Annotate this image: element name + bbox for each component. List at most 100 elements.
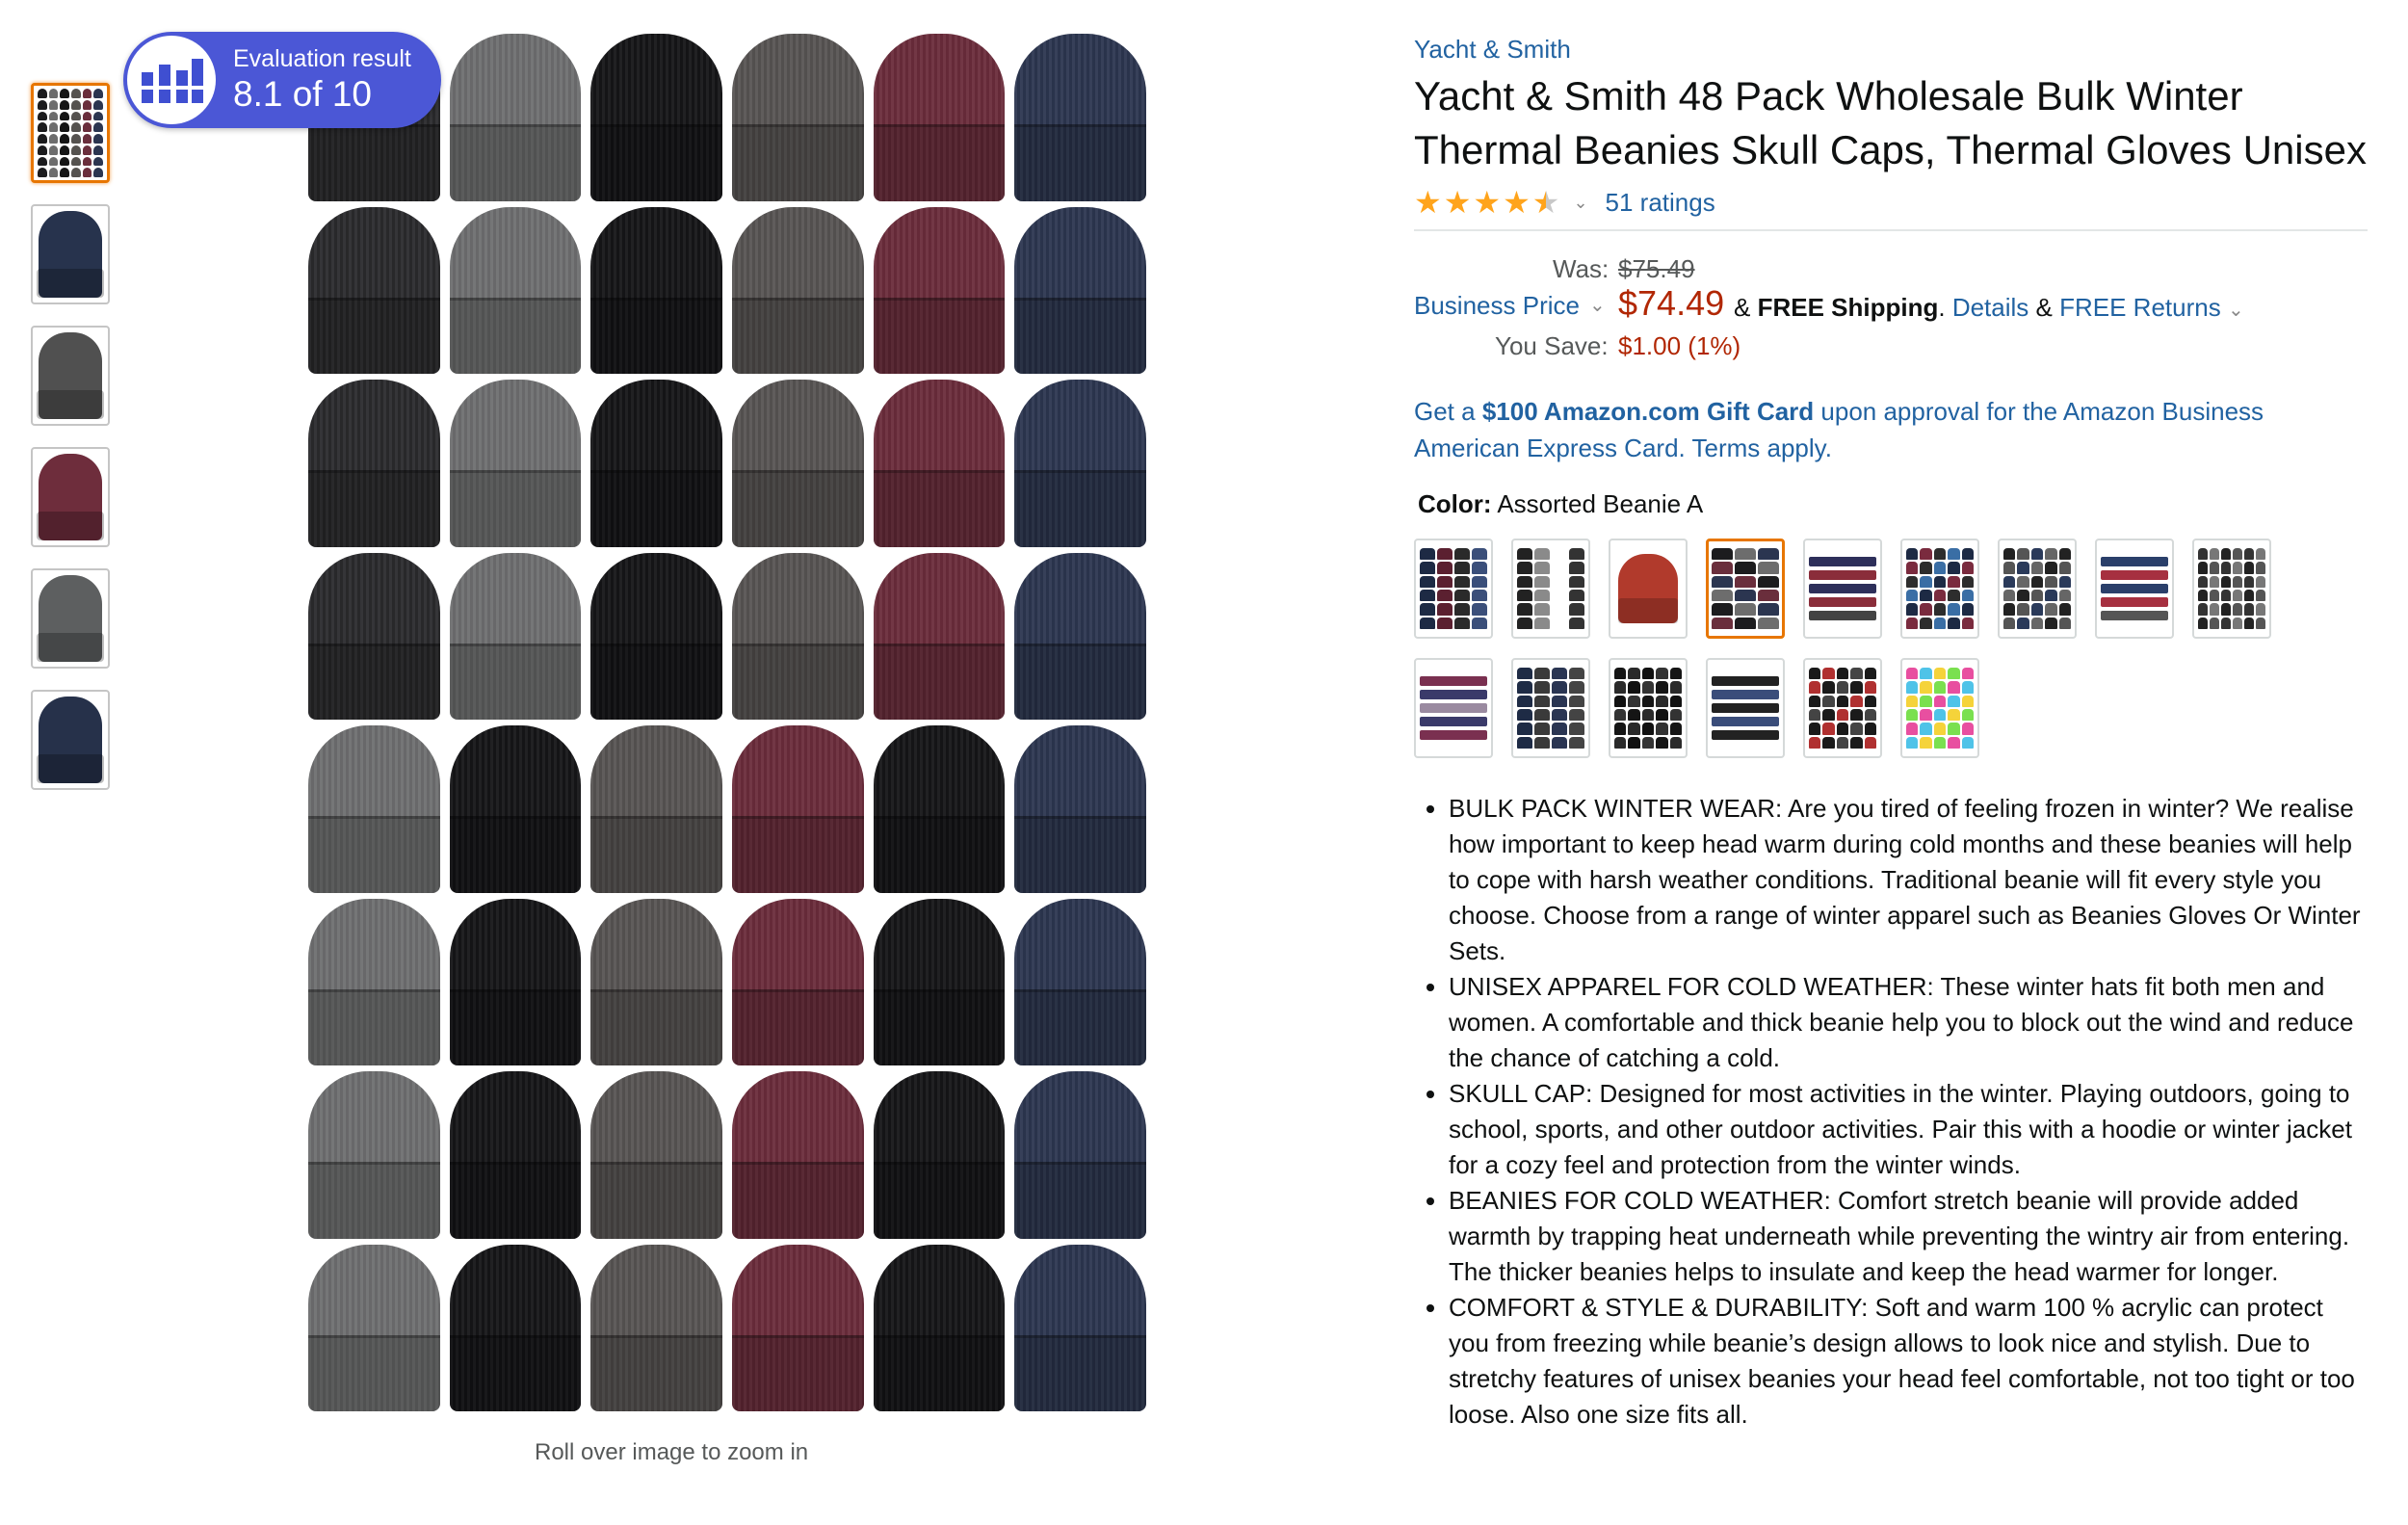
beanie-image — [449, 725, 582, 893]
product-details: Yacht & Smith Yacht & Smith 48 Pack Whol… — [1414, 35, 2368, 1433]
beanie-image — [1014, 1071, 1146, 1239]
color-swatch-5[interactable] — [1803, 539, 1882, 639]
beanie-image — [873, 725, 1006, 893]
color-swatch-7[interactable] — [1998, 539, 2077, 639]
beanie-image — [308, 380, 440, 547]
details-link[interactable]: Details — [1952, 293, 2028, 322]
thumbnail-6[interactable] — [31, 690, 110, 790]
feature-bullet: SKULL CAP: Designed for most activities … — [1449, 1076, 2368, 1183]
bar-chart-logo-icon — [127, 36, 216, 124]
beanie-image — [449, 1244, 582, 1411]
color-swatch-3[interactable] — [1609, 539, 1688, 639]
beanie-image — [732, 1071, 864, 1239]
current-price: $74.49 — [1618, 283, 1725, 323]
thumbnail-image — [38, 89, 103, 177]
swatch-image — [1517, 548, 1584, 629]
color-swatch-13[interactable] — [1706, 658, 1785, 758]
thumbnail-3[interactable] — [31, 326, 110, 426]
feature-bullets: BULK PACK WINTER WEAR: Are you tired of … — [1414, 791, 2368, 1433]
beanie-image — [873, 206, 1006, 374]
beanie-image — [590, 552, 722, 720]
thumbnail-image — [37, 575, 104, 662]
swatch-image — [1420, 674, 1487, 742]
swatch-image — [1712, 674, 1779, 742]
beanie-image — [1014, 1244, 1146, 1411]
beanie-image — [873, 1244, 1006, 1411]
color-swatch-10[interactable] — [1414, 658, 1493, 758]
color-swatch-2[interactable] — [1511, 539, 1590, 639]
swatch-image — [1906, 668, 1974, 749]
beanie-image — [1014, 552, 1146, 720]
star-icon: ★ — [1443, 185, 1472, 220]
swatch-image — [1712, 548, 1779, 629]
beanie-image — [590, 206, 722, 374]
star-rating[interactable]: ★ ★ ★ ★ ★ — [1414, 187, 1559, 218]
evaluation-text: Evaluation result 8.1 of 10 — [233, 44, 411, 116]
beanie-image — [590, 1244, 722, 1411]
gift-card-offer[interactable]: Get a $100 Amazon.com Gift Card upon app… — [1414, 393, 2368, 466]
beanie-image — [732, 380, 864, 547]
swatch-image — [1809, 555, 1876, 622]
free-returns-link[interactable]: FREE Returns — [2059, 293, 2221, 322]
chevron-down-icon[interactable]: ⌄ — [1573, 193, 1587, 213]
color-swatch-14[interactable] — [1803, 658, 1882, 758]
color-swatch-4[interactable] — [1706, 539, 1785, 639]
star-icon: ★ — [1503, 185, 1531, 220]
thumbnail-4[interactable] — [31, 447, 110, 547]
beanie-image — [590, 725, 722, 893]
beanie-image — [1014, 206, 1146, 374]
feature-bullet: COMFORT & STYLE & DURABILITY: Soft and w… — [1449, 1290, 2368, 1433]
beanie-image — [308, 725, 440, 893]
price-block: Was: $75.49 Business Price ⌄ $74.49 & FR… — [1414, 254, 2368, 380]
beanie-image — [308, 552, 440, 720]
swatch-image — [2003, 548, 2071, 629]
product-title: Yacht & Smith 48 Pack Wholesale Bulk Win… — [1414, 73, 2367, 172]
color-swatch-6[interactable] — [1900, 539, 1979, 639]
brand-link[interactable]: Yacht & Smith — [1414, 35, 2368, 64]
beanie-image — [1014, 898, 1146, 1065]
gift-prefix: Get a — [1414, 397, 1482, 426]
color-swatch-1[interactable] — [1414, 539, 1493, 639]
color-value: Assorted Beanie A — [1497, 489, 1704, 518]
star-icon: ★ — [1414, 185, 1442, 220]
beanie-image — [449, 552, 582, 720]
thumbnail-2[interactable] — [31, 204, 110, 304]
color-swatch-9[interactable] — [2192, 539, 2271, 639]
color-swatch-11[interactable] — [1511, 658, 1590, 758]
thumbnail-5[interactable] — [31, 568, 110, 669]
chevron-down-icon[interactable]: ⌄ — [2228, 300, 2244, 321]
you-save-value: $1.00 (1%) — [1618, 331, 1741, 360]
color-selection-label: Color: Assorted Beanie A — [1418, 489, 2368, 519]
ampersand: & — [1734, 293, 1751, 322]
chevron-down-icon[interactable]: ⌄ — [1589, 293, 1606, 317]
beanie-image — [732, 725, 864, 893]
evaluation-badge[interactable]: Evaluation result 8.1 of 10 — [123, 32, 441, 128]
feature-bullet: BULK PACK WINTER WEAR: Are you tired of … — [1449, 791, 2368, 969]
thumbnail-1[interactable] — [31, 83, 110, 183]
business-price-label[interactable]: Business Price — [1414, 291, 1580, 321]
beanie-image — [732, 898, 864, 1065]
swatch-image — [2101, 555, 2168, 622]
beanie-image — [1014, 34, 1146, 201]
evaluation-label: Evaluation result — [233, 45, 411, 72]
was-price: $75.49 — [1618, 254, 1695, 283]
zoom-hint: Roll over image to zoom in — [535, 1439, 809, 1465]
evaluation-score: 8.1 of 10 — [233, 74, 373, 114]
beanie-image — [873, 34, 1006, 201]
swatch-image — [1809, 668, 1876, 749]
beanie-image — [590, 380, 722, 547]
beanie-image — [1014, 725, 1146, 893]
color-swatch-15[interactable] — [1900, 658, 1979, 758]
beanie-image — [873, 552, 1006, 720]
feature-bullet: UNISEX APPAREL FOR COLD WEATHER: These w… — [1449, 969, 2368, 1076]
shipping-info: & FREE Shipping. Details & FREE Returns … — [1734, 293, 2244, 323]
beanie-image — [308, 1071, 440, 1239]
period: . — [1938, 293, 1946, 322]
divider — [1414, 229, 2368, 231]
color-swatch-8[interactable] — [2095, 539, 2174, 639]
thumbnail-image — [37, 454, 104, 540]
thumbnail-image — [37, 332, 104, 419]
color-swatch-12[interactable] — [1609, 658, 1688, 758]
ratings-link[interactable]: 51 ratings — [1606, 188, 1715, 218]
main-product-image[interactable] — [308, 34, 1146, 1411]
